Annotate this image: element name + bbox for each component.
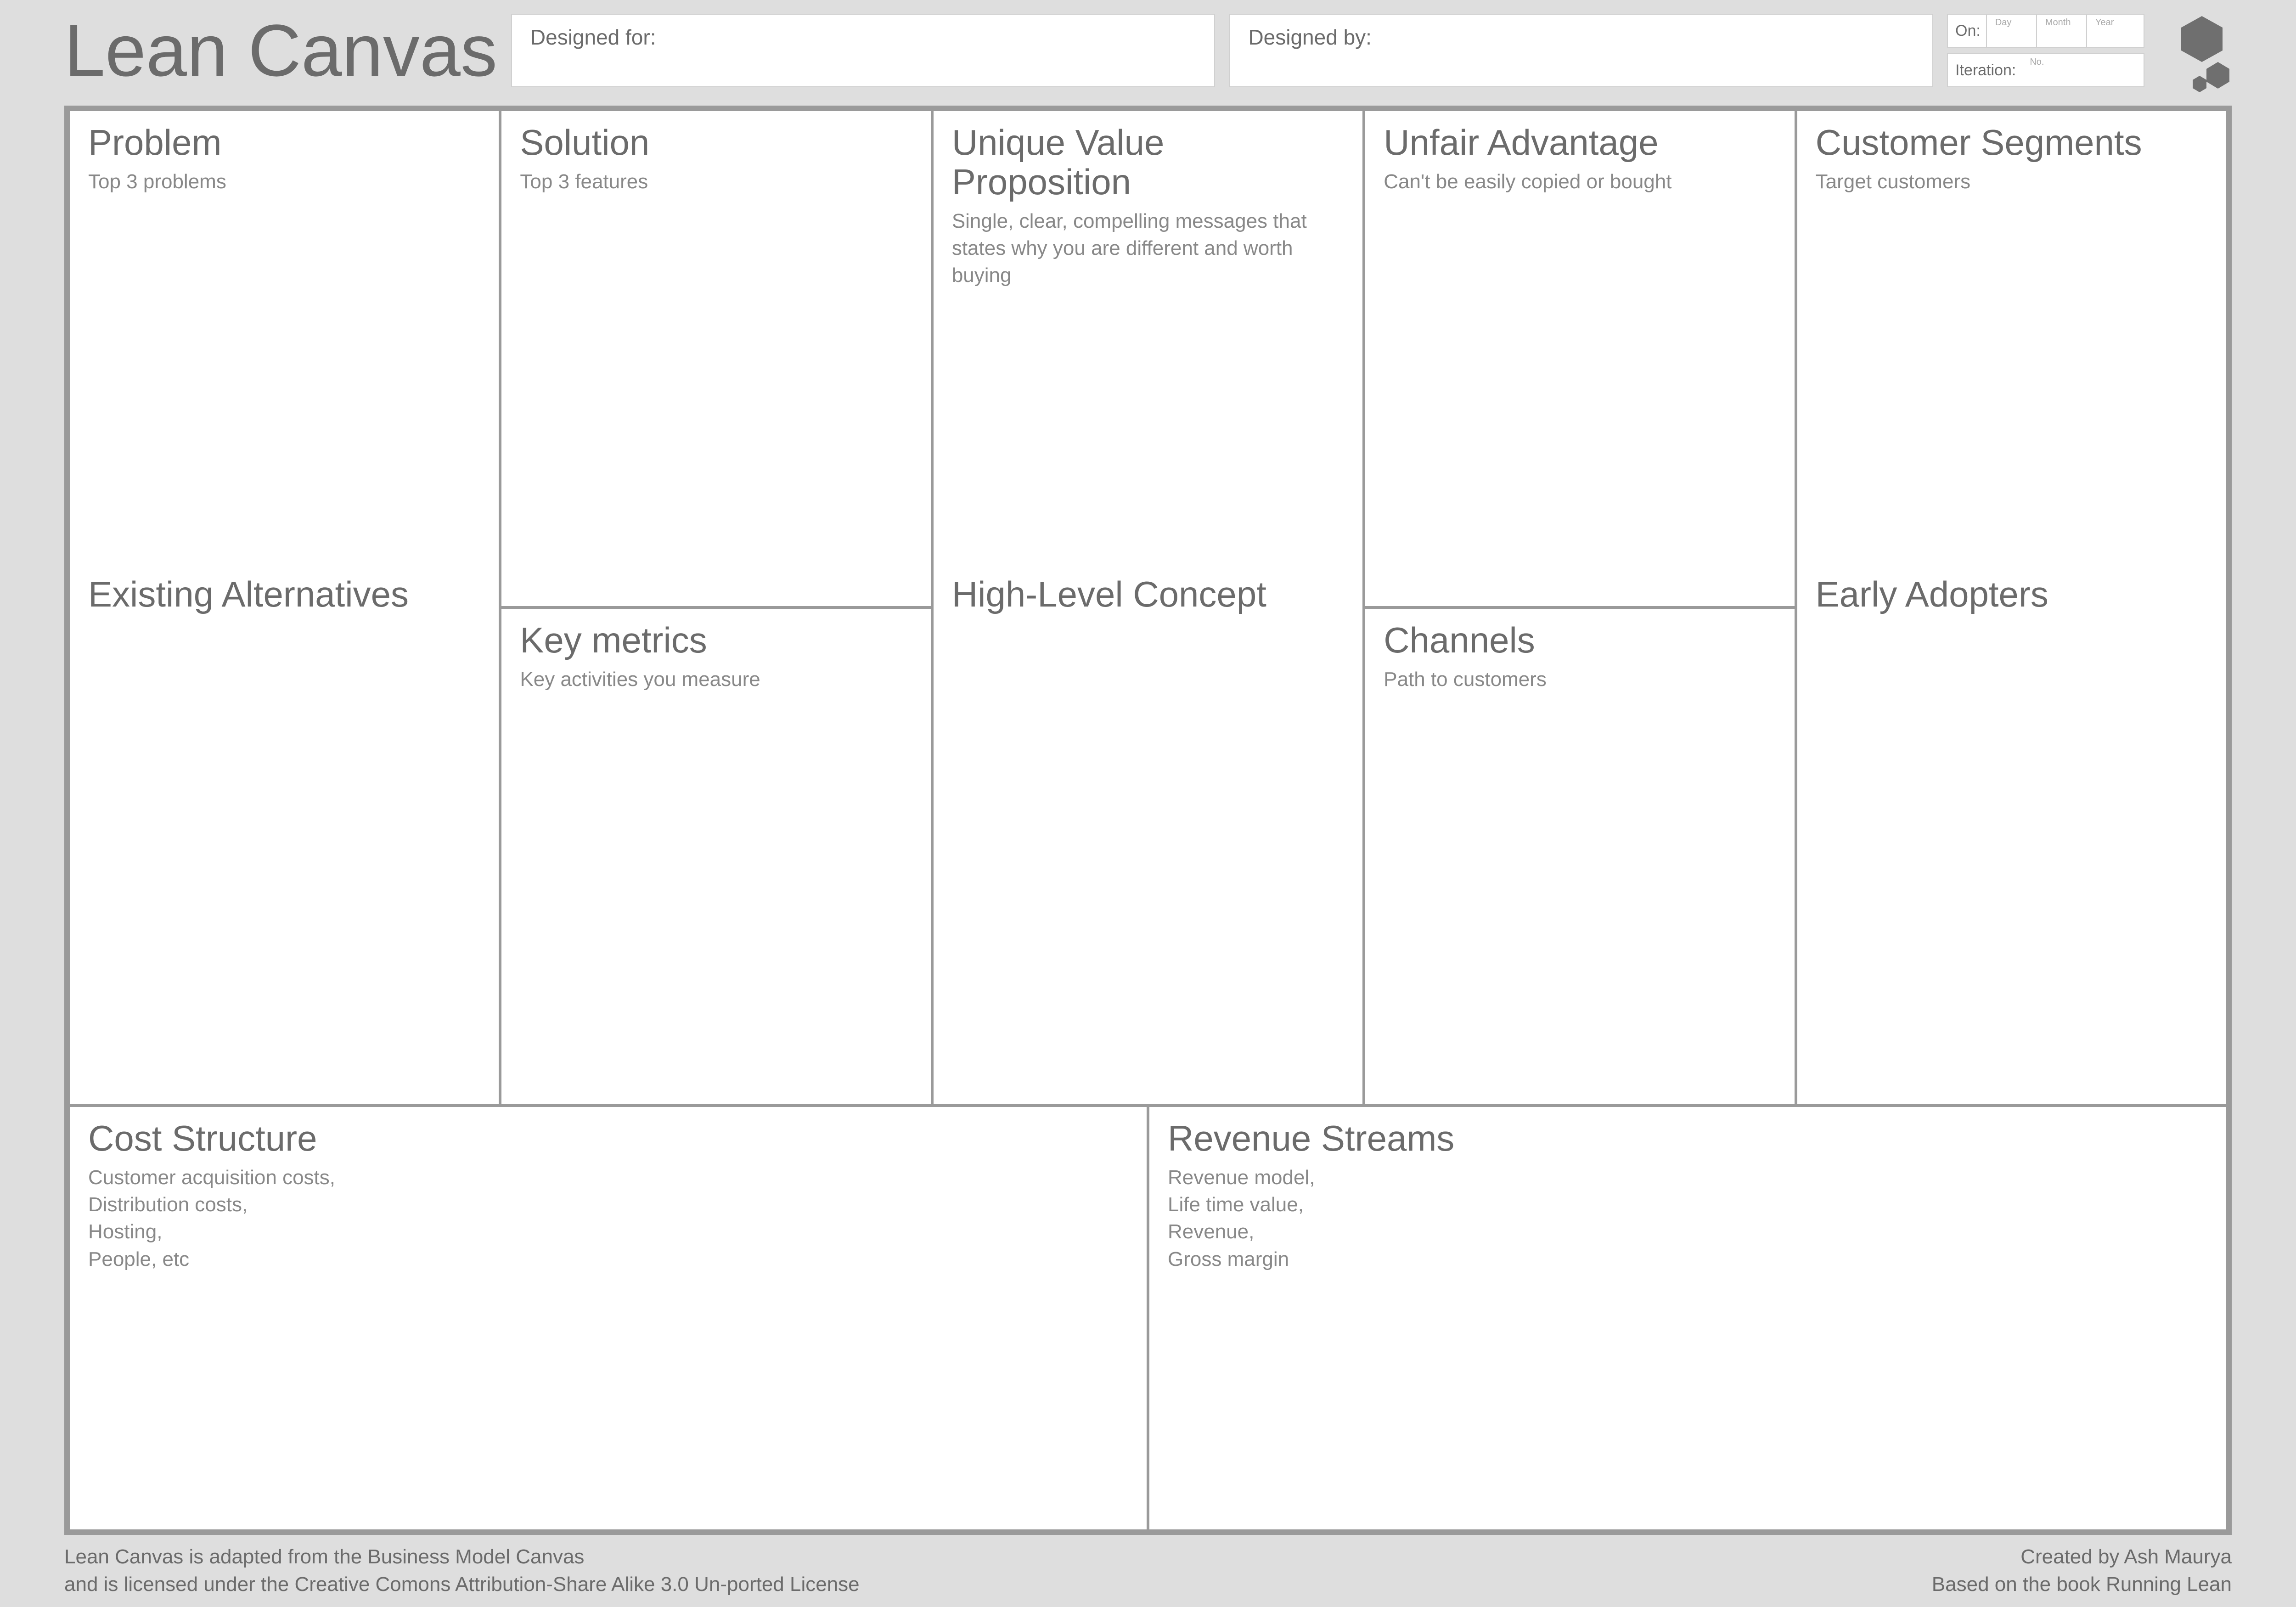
problem-title: Problem	[88, 123, 480, 163]
existing-alternatives-title: Existing Alternatives	[88, 575, 409, 614]
revenue-streams-desc: Revenue model, Life time value, Revenue,…	[1168, 1164, 2208, 1273]
lean-canvas: Problem Top 3 problems Existing Alternat…	[64, 106, 2232, 1535]
problem-cell[interactable]: Problem Top 3 problems Existing Alternat…	[70, 111, 501, 1104]
canvas-wrap: Problem Top 3 problems Existing Alternat…	[64, 106, 2232, 1598]
designed-by-field[interactable]: Designed by:	[1229, 14, 1933, 87]
cost-structure-cell[interactable]: Cost Structure Customer acquisition cost…	[70, 1107, 1149, 1529]
on-date-field[interactable]: On: Day Month Year	[1947, 14, 2144, 48]
key-metrics-title: Key metrics	[520, 621, 912, 660]
hexagon-logo-icon	[2158, 14, 2232, 87]
on-month: Month	[2036, 15, 2086, 47]
customer-segments-cell[interactable]: Customer Segments Target customers Early…	[1797, 111, 2226, 1104]
footer-license: Lean Canvas is adapted from the Business…	[64, 1543, 860, 1598]
customer-segments-desc: Target customers	[1816, 168, 2208, 195]
channels-desc: Path to customers	[1384, 666, 1776, 693]
page-title: Lean Canvas	[64, 14, 497, 87]
solution-title: Solution	[520, 123, 912, 163]
iteration-field[interactable]: Iteration: No.	[1947, 53, 2144, 87]
solution-cell[interactable]: Solution Top 3 features	[501, 111, 930, 609]
unfair-advantage-desc: Can't be easily copied or bought	[1384, 168, 1776, 195]
canvas-lower-row: Cost Structure Customer acquisition cost…	[70, 1104, 2226, 1529]
customer-segments-title: Customer Segments	[1816, 123, 2208, 163]
unfair-advantage-cell[interactable]: Unfair Advantage Can't be easily copied …	[1365, 111, 1794, 609]
unfair-advantage-title: Unfair Advantage	[1384, 123, 1776, 163]
uvp-title: Unique Value Proposition	[952, 123, 1344, 202]
designed-for-field[interactable]: Designed for:	[511, 14, 1216, 87]
problem-desc: Top 3 problems	[88, 168, 480, 195]
on-year: Year	[2086, 15, 2136, 47]
uvp-cell[interactable]: Unique Value Proposition Single, clear, …	[934, 111, 1365, 1104]
solution-column: Solution Top 3 features Key metrics Key …	[501, 111, 933, 1104]
key-metrics-desc: Key activities you measure	[520, 666, 912, 693]
cost-structure-title: Cost Structure	[88, 1119, 1128, 1158]
solution-desc: Top 3 features	[520, 168, 912, 195]
channels-cell[interactable]: Channels Path to customers	[1365, 609, 1794, 1104]
iteration-no: No.	[2021, 54, 2136, 86]
on-day: Day	[1986, 15, 2036, 47]
iteration-label: Iteration:	[1955, 62, 2016, 79]
key-metrics-cell[interactable]: Key metrics Key activities you measure	[501, 609, 930, 1104]
early-adopters-title: Early Adopters	[1816, 575, 2048, 614]
canvas-upper-row: Problem Top 3 problems Existing Alternat…	[70, 111, 2226, 1104]
footer-credit: Created by Ash Maurya Based on the book …	[1932, 1543, 2232, 1598]
channels-title: Channels	[1384, 621, 1776, 660]
footer: Lean Canvas is adapted from the Business…	[64, 1535, 2232, 1598]
uvp-desc: Single, clear, compelling messages that …	[952, 208, 1344, 289]
on-label: On:	[1955, 22, 1981, 40]
revenue-streams-title: Revenue Streams	[1168, 1119, 2208, 1158]
advantage-column: Unfair Advantage Can't be easily copied …	[1365, 111, 1797, 1104]
revenue-streams-cell[interactable]: Revenue Streams Revenue model, Life time…	[1149, 1107, 2226, 1529]
high-level-concept-title: High-Level Concept	[952, 575, 1266, 614]
meta-column: On: Day Month Year Iteration: No.	[1947, 14, 2144, 87]
cost-structure-desc: Customer acquisition costs, Distribution…	[88, 1164, 1128, 1273]
header: Lean Canvas Designed for: Designed by: O…	[64, 14, 2232, 106]
